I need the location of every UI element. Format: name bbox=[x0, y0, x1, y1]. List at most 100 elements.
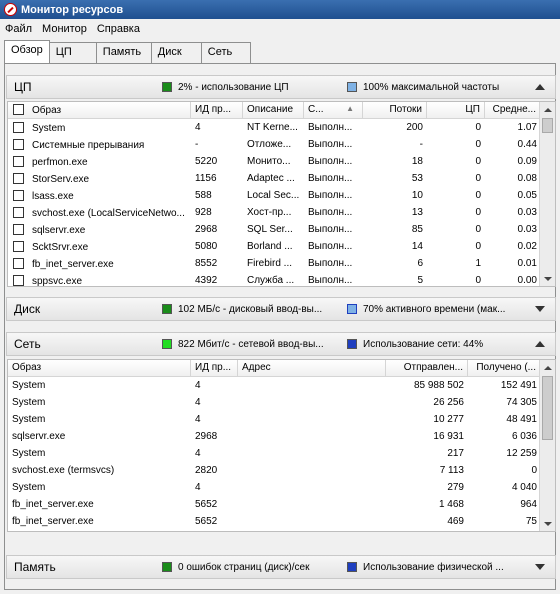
tab-cpu[interactable]: ЦП bbox=[48, 42, 97, 63]
network-table-row[interactable]: fb_inet_server.exe 5652 1 468 964 bbox=[8, 496, 541, 513]
cpu-usage-legend: 2% - использование ЦП bbox=[162, 82, 337, 93]
process-checkbox[interactable] bbox=[13, 223, 24, 235]
cpu-table-row[interactable]: sqlservr.exe 2968 SQL Ser... Выполн... 85 0 0.… bbox=[8, 221, 541, 238]
network-table-scrollbar[interactable] bbox=[539, 360, 555, 531]
process-checkbox[interactable] bbox=[13, 138, 24, 150]
process-name: Системные прерывания bbox=[32, 139, 145, 151]
cpu-cell-image: perfmon.exe bbox=[8, 155, 191, 168]
cpu-usage-text: 2% - использование ЦП bbox=[178, 81, 289, 93]
cpu-table-body: System 4 NT Kerne... Выполн... 200 0 1.07 Систе… bbox=[8, 119, 541, 287]
memory-section-header[interactable]: Память 0 ошибок страниц (диск)/сек Испол… bbox=[6, 555, 556, 579]
tab-network[interactable]: Сеть bbox=[200, 42, 251, 63]
network-table-row[interactable]: System 4 10 277 48 491 bbox=[8, 411, 541, 428]
network-table-row[interactable]: System 4 217 12 259 bbox=[8, 445, 541, 462]
cpu-usage-swatch bbox=[162, 82, 172, 92]
menu-help[interactable]: Справка bbox=[92, 23, 145, 35]
net-cell-sent: 217 bbox=[447, 448, 464, 459]
cpu-scroll-thumb[interactable] bbox=[542, 118, 553, 133]
network-table-row[interactable]: fb_inet_server.exe 5652 469 75 bbox=[8, 513, 541, 530]
process-checkbox[interactable] bbox=[13, 189, 24, 201]
network-table-row[interactable]: System4153.0.255.2550527 bbox=[8, 530, 541, 531]
cpu-cell-pid: 5080 bbox=[195, 241, 218, 252]
net-cell-recv: 75 bbox=[525, 516, 537, 527]
net-cell-sent: 85 988 502 bbox=[413, 380, 464, 391]
select-all-checkbox[interactable] bbox=[13, 104, 24, 115]
cpu-table-row[interactable]: fb_inet_server.exe 8552 Firebird ... Выполн… bbox=[8, 255, 541, 272]
cpu-table-row[interactable]: StorServ.exe 1156 Adaptec ... Выполн... 53 0 0… bbox=[8, 170, 541, 187]
cpu-cell-pid: 928 bbox=[195, 207, 212, 218]
cpu-cell-avg: 0.03 bbox=[517, 224, 537, 235]
net-cell-recv: 964 bbox=[520, 499, 537, 510]
net-col-address[interactable]: Адрес bbox=[238, 360, 386, 376]
cpu-cell-cpu: 0 bbox=[475, 275, 481, 286]
process-name: sppsvc.exe bbox=[32, 275, 83, 287]
cpu-table-row[interactable]: sppsvc.exe 4392 Служба ... Выполн... 5 0 0.00 bbox=[8, 272, 541, 287]
cpu-cell-threads: 53 bbox=[411, 173, 423, 184]
cpu-col-image[interactable]: Образ bbox=[8, 102, 191, 118]
cpu-frequency-legend: 100% максимальной частоты bbox=[347, 82, 537, 93]
cpu-col-average[interactable]: Средне... bbox=[485, 102, 541, 118]
process-checkbox[interactable] bbox=[13, 206, 24, 218]
cpu-cell-threads: 18 bbox=[411, 156, 423, 167]
process-checkbox[interactable] bbox=[13, 172, 24, 184]
net-col-received[interactable]: Получено (... bbox=[468, 360, 541, 376]
expand-disk-icon[interactable] bbox=[535, 306, 545, 312]
cpu-cell-image: StorServ.exe bbox=[8, 172, 191, 185]
cpu-table-row[interactable]: perfmon.exe 5220 Монито... Выполн... 18 0 0.09 bbox=[8, 153, 541, 170]
network-table-row[interactable]: sqlservr.exe 2968 16 931 6 036 bbox=[8, 428, 541, 445]
cpu-cell-avg: 0.08 bbox=[517, 173, 537, 184]
net-cell-sent: 7 113 bbox=[439, 465, 464, 476]
cpu-col-status[interactable]: С... ▲ bbox=[304, 102, 363, 118]
tab-overview[interactable]: Обзор bbox=[4, 40, 50, 63]
process-checkbox[interactable] bbox=[13, 240, 24, 252]
cpu-cell-desc: Adaptec ... bbox=[247, 173, 295, 184]
menu-file[interactable]: Файл bbox=[0, 23, 37, 35]
process-checkbox[interactable] bbox=[13, 257, 24, 269]
scroll-down-icon[interactable] bbox=[540, 271, 555, 286]
net-col-image[interactable]: Образ bbox=[8, 360, 191, 376]
cpu-cell-status: Выполн... bbox=[308, 275, 353, 286]
network-table-row[interactable]: System 4 279 4 040 bbox=[8, 479, 541, 496]
network-table-row[interactable]: System 4 26 256 74 305 bbox=[8, 394, 541, 411]
cpu-col-status-label: С... bbox=[308, 104, 324, 115]
network-table-row[interactable]: System 4 85 988 502 152 491 bbox=[8, 377, 541, 394]
process-checkbox[interactable] bbox=[13, 274, 24, 286]
cpu-col-pid[interactable]: ИД пр... bbox=[191, 102, 243, 118]
cpu-table-row[interactable]: svchost.exe (LocalServiceNetwo... 928 Хост… bbox=[8, 204, 541, 221]
cpu-table-scrollbar[interactable] bbox=[539, 102, 555, 286]
collapse-network-icon[interactable] bbox=[535, 341, 545, 347]
expand-memory-icon[interactable] bbox=[535, 564, 545, 570]
menu-monitor[interactable]: Монитор bbox=[37, 23, 92, 35]
cpu-table-row[interactable]: Системные прерывания - Отложе... Выполн... -… bbox=[8, 136, 541, 153]
cpu-cell-status: Выполн... bbox=[308, 207, 353, 218]
scroll-down-icon[interactable] bbox=[540, 516, 555, 531]
tab-memory[interactable]: Память bbox=[95, 42, 152, 63]
cpu-cell-cpu: 0 bbox=[475, 207, 481, 218]
process-checkbox[interactable] bbox=[13, 121, 24, 133]
network-table-row[interactable]: svchost.exe (termsvcs) 2820 7 113 0 bbox=[8, 462, 541, 479]
cpu-cell-status: Выполн... bbox=[308, 173, 353, 184]
cpu-table-row[interactable]: lsass.exe 588 Local Sec... Выполн... 10 0 0.05 bbox=[8, 187, 541, 204]
network-scroll-thumb[interactable] bbox=[542, 376, 553, 440]
disk-section-header[interactable]: Диск 102 МБ/с - дисковый ввод-вы... 70% … bbox=[6, 297, 556, 321]
cpu-section-header[interactable]: ЦП 2% - использование ЦП 100% максимальн… bbox=[6, 75, 556, 99]
process-checkbox[interactable] bbox=[13, 155, 24, 167]
net-cell-image: System bbox=[12, 380, 46, 391]
cpu-cell-desc: NT Kerne... bbox=[247, 122, 298, 133]
cpu-cell-threads: 13 bbox=[411, 207, 423, 218]
cpu-table-row[interactable]: ScktSrvr.exe 5080 Borland ... Выполн... 14 0 0… bbox=[8, 238, 541, 255]
scroll-up-icon[interactable] bbox=[540, 102, 555, 117]
net-cell-image: sqlservr.exe bbox=[12, 431, 66, 442]
collapse-cpu-icon[interactable] bbox=[535, 84, 545, 90]
scroll-up-icon[interactable] bbox=[540, 360, 555, 375]
net-col-pid[interactable]: ИД пр... bbox=[191, 360, 238, 376]
net-col-sent[interactable]: Отправлен... bbox=[386, 360, 468, 376]
cpu-cell-status: Выполн... bbox=[308, 224, 353, 235]
cpu-table-row[interactable]: System 4 NT Kerne... Выполн... 200 0 1.07 bbox=[8, 119, 541, 136]
cpu-col-cpu[interactable]: ЦП bbox=[427, 102, 485, 118]
cpu-col-description[interactable]: Описание bbox=[243, 102, 304, 118]
cpu-col-threads[interactable]: Потоки bbox=[363, 102, 427, 118]
network-section-header[interactable]: Сеть 822 Мбит/с - сетевой ввод-вы... Исп… bbox=[6, 332, 556, 356]
process-name: sqlservr.exe bbox=[32, 224, 86, 236]
tab-disk[interactable]: Диск bbox=[150, 42, 202, 63]
